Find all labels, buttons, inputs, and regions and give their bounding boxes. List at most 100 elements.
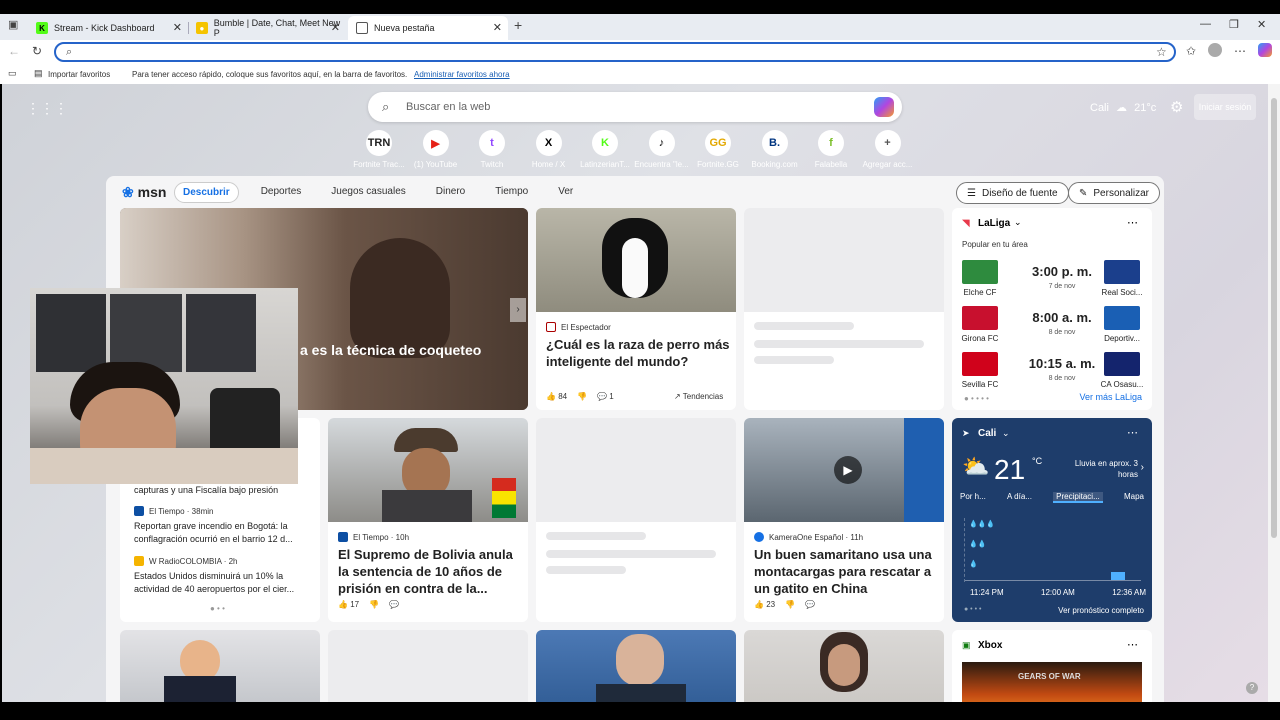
tab-descubrir[interactable]: Descubrir: [174, 182, 239, 203]
new-tab-icon[interactable]: +: [514, 17, 522, 33]
favorites-icon[interactable]: ✩: [1186, 44, 1196, 58]
close-icon[interactable]: ✕: [493, 21, 502, 34]
list-item[interactable]: Estados Unidos disminuirá un 10% la acti…: [134, 570, 314, 596]
chevron-right-icon[interactable]: ›: [1141, 462, 1144, 473]
news-card-borrell[interactable]: [536, 630, 736, 702]
chevron-down-icon[interactable]: ⌄: [1014, 217, 1022, 228]
article-source: El Espectador: [546, 322, 611, 332]
dislike-icon[interactable]: 👎: [577, 392, 587, 401]
weather-tab-daily[interactable]: A día...: [1007, 492, 1032, 503]
quick-link[interactable]: TRN Fortnite Trac...: [349, 130, 409, 169]
play-icon[interactable]: ▶: [834, 456, 862, 484]
match-row[interactable]: Elche CF 3:00 p. m. 7 de nov Real Soci..…: [962, 258, 1142, 297]
quick-link[interactable]: K LatinzerianT...: [575, 130, 635, 169]
carousel-dots[interactable]: ● • •: [210, 604, 225, 613]
comment-icon[interactable]: 💬: [389, 600, 399, 609]
weather-city: Cali: [1090, 102, 1109, 114]
weather-tab-precipitation[interactable]: Precipitaci...: [1053, 492, 1103, 503]
close-icon[interactable]: ✕: [331, 21, 340, 34]
like-icon[interactable]: 👍 17: [338, 600, 359, 609]
address-bar[interactable]: ⌕ ☆: [54, 42, 1176, 62]
quick-link[interactable]: ▶ (1) YouTube: [406, 130, 466, 169]
tab-kick[interactable]: K Stream - Kick Dashboard ✕: [28, 16, 188, 40]
personalize-icon: ✎: [1079, 187, 1088, 199]
more-icon[interactable]: ⋯: [1234, 44, 1246, 58]
window-close-icon[interactable]: ✕: [1257, 18, 1266, 31]
tab-bumble[interactable]: ● Bumble | Date, Chat, Meet New P ✕: [188, 16, 346, 40]
navigation-bar: ← ↻ ⌕ ☆ ✩ ⋯: [0, 40, 1280, 64]
quick-link[interactable]: ♪ Encuentra "le...: [632, 130, 692, 169]
personalize-button[interactable]: ✎ Personalizar: [1068, 182, 1160, 204]
refresh-icon[interactable]: ↻: [32, 44, 42, 58]
tab-new-tab[interactable]: Nueva pestaña ✕: [348, 16, 508, 40]
minimize-icon[interactable]: —: [1200, 18, 1211, 30]
more-options-icon[interactable]: ⋯: [1127, 426, 1138, 439]
more-options-icon[interactable]: ⋯: [1127, 638, 1138, 651]
settings-gear-icon[interactable]: ⚙: [1170, 98, 1183, 116]
manage-favorites-link[interactable]: Administrar favoritos ahora: [414, 70, 510, 79]
favorite-star-icon[interactable]: ☆: [1156, 45, 1167, 59]
help-icon[interactable]: ?: [1246, 682, 1258, 694]
copilot-icon[interactable]: [1258, 43, 1272, 57]
quick-link[interactable]: GG Fortnite.GG: [688, 130, 748, 169]
full-forecast-link[interactable]: Ver pronóstico completo: [1058, 606, 1144, 615]
match-row[interactable]: Girona FC 8:00 a. m. 8 de nov Deportiv..…: [962, 304, 1142, 343]
tab-actions-icon[interactable]: ▣: [8, 18, 18, 31]
match-row[interactable]: Sevilla FC 10:15 a. m. 8 de nov CA Osasu…: [962, 350, 1143, 389]
more-laliga-link[interactable]: Ver más LaLiga: [1079, 392, 1142, 402]
tab-juegos-casuales[interactable]: Juegos casuales: [323, 182, 414, 203]
news-card-sheinbaum[interactable]: [744, 630, 944, 702]
tab-dinero[interactable]: Dinero: [428, 182, 473, 203]
sidebar-icon[interactable]: ▭: [8, 68, 17, 79]
weather-tab-map[interactable]: Mapa: [1124, 492, 1144, 503]
weather-city-label[interactable]: Cali: [978, 428, 996, 439]
close-icon[interactable]: ✕: [173, 21, 182, 34]
apps-grid-icon[interactable]: ⋮⋮⋮: [26, 100, 68, 117]
tab-tiempo[interactable]: Tiempo: [487, 182, 536, 203]
maximize-icon[interactable]: ❐: [1229, 18, 1239, 31]
article-title: El Supremo de Bolivia anula la sentencia…: [338, 547, 513, 596]
quick-link[interactable]: X Home / X: [519, 130, 579, 169]
comment-icon[interactable]: 💬: [805, 600, 815, 609]
page-scrollbar[interactable]: [1268, 84, 1280, 702]
quick-link[interactable]: B. Booking.com: [745, 130, 805, 169]
tab-deportes[interactable]: Deportes: [253, 182, 310, 203]
rain-note: Lluvia en aprox. 3 horas: [1074, 459, 1138, 479]
team-crest-away: [1104, 306, 1140, 330]
news-card-bolivia[interactable]: El Tiempo · 10h El Supremo de Bolivia an…: [328, 418, 528, 622]
xbox-title[interactable]: Xbox: [978, 640, 1002, 651]
hero-next-arrow[interactable]: ›: [510, 298, 526, 322]
dislike-icon[interactable]: 👎: [785, 600, 795, 609]
msn-logo[interactable]: ❀ msn: [122, 184, 166, 201]
carousel-dots[interactable]: ● • • • •: [964, 394, 989, 403]
weather-widget-top[interactable]: Cali ☁ 21°c: [1090, 101, 1156, 114]
profile-avatar[interactable]: [1208, 43, 1222, 57]
list-item[interactable]: capturas y una Fiscalía bajo presión: [134, 484, 314, 496]
carousel-dots[interactable]: ● • • •: [964, 606, 981, 613]
copilot-icon[interactable]: [874, 97, 894, 117]
weather-tab-hourly[interactable]: Por h...: [960, 492, 986, 503]
like-icon[interactable]: 👍 84: [546, 392, 567, 401]
quick-link[interactable]: f Falabella: [801, 130, 861, 169]
feed-layout-button[interactable]: ☰ Diseño de fuente: [956, 182, 1069, 204]
laliga-title[interactable]: LaLiga: [978, 218, 1010, 229]
quick-link[interactable]: t Twitch: [462, 130, 522, 169]
import-favorites-button[interactable]: Importar favoritos: [48, 70, 110, 79]
sign-in-button[interactable]: Iniciar sesión: [1194, 94, 1256, 120]
xbox-banner-image[interactable]: GEARS OF WAR: [962, 662, 1142, 702]
comment-icon[interactable]: 💬 1: [597, 392, 614, 401]
news-card-dog[interactable]: El Espectador ¿Cuál es la raza de perro …: [536, 208, 736, 410]
web-search-box[interactable]: ⌕ Buscar en la web: [368, 92, 902, 122]
quick-link[interactable]: + Agregar acc...: [858, 130, 918, 169]
tab-ver[interactable]: Ver: [550, 182, 581, 203]
news-card-kitten[interactable]: ▶ KameraOne Español · 11h Un buen samari…: [744, 418, 944, 622]
chevron-down-icon[interactable]: ⌄: [1002, 428, 1010, 439]
news-card-trump[interactable]: [120, 630, 320, 702]
more-options-icon[interactable]: ⋯: [1127, 216, 1138, 229]
list-item[interactable]: Reportan grave incendio en Bogotá: la co…: [134, 520, 314, 546]
back-icon[interactable]: ←: [8, 44, 20, 58]
dislike-icon[interactable]: 👎: [369, 600, 379, 609]
like-icon[interactable]: 👍 23: [754, 600, 775, 609]
weather-card[interactable]: ➤ Cali ⌄ ⋯ ⛅ 21 °C Lluvia en aprox. 3 ho…: [952, 418, 1152, 622]
scrollbar-thumb[interactable]: [1271, 98, 1277, 538]
